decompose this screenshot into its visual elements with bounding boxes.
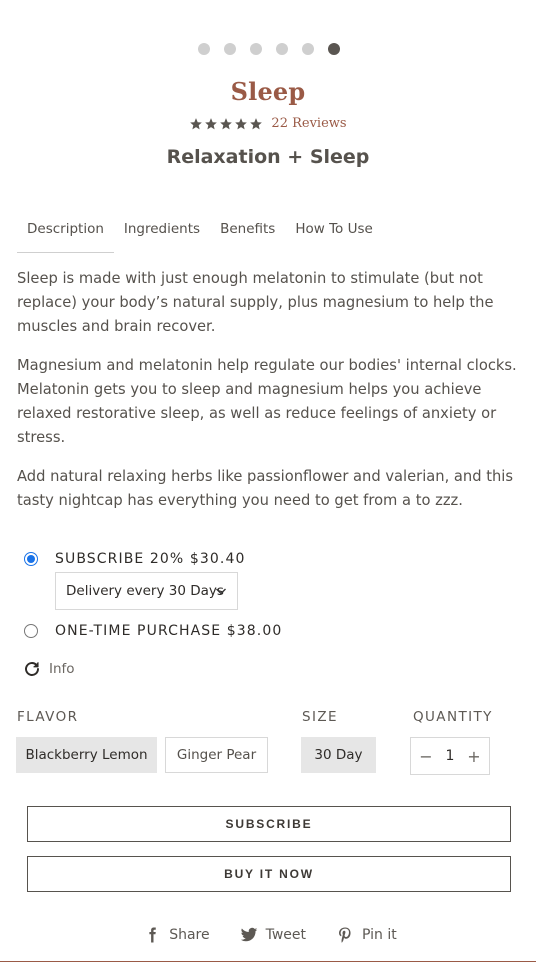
tab-ingredients[interactable]: Ingredients: [114, 218, 210, 253]
size-label: SIZE: [302, 709, 338, 725]
refresh-icon: [25, 662, 39, 676]
delivery-frequency-select[interactable]: Delivery every 30 Days: [55, 572, 238, 610]
share-twitter-link[interactable]: Tweet: [240, 926, 306, 944]
rating-stars: [189, 117, 263, 131]
quantity-input[interactable]: 1: [446, 748, 455, 764]
quantity-stepper: − 1 +: [410, 737, 490, 775]
subscribe-option[interactable]: SUBSCRIBE 20% $30.40: [24, 551, 245, 567]
buy-now-button[interactable]: BUY IT NOW: [27, 856, 511, 892]
size-option-30-day[interactable]: 30 Day: [301, 737, 376, 773]
share-facebook-label: Share: [169, 927, 210, 943]
carousel-dot[interactable]: [198, 43, 210, 55]
description-paragraph: Add natural relaxing herbs like passionf…: [17, 468, 514, 509]
reviews-link[interactable]: 22 Reviews: [271, 116, 346, 131]
carousel-dot-active[interactable]: [328, 43, 340, 55]
flavor-label: FLAVOR: [17, 709, 79, 725]
facebook-icon: [149, 927, 156, 943]
tab-how-to-use[interactable]: How To Use: [285, 218, 382, 253]
subscription-info-link[interactable]: Info: [23, 660, 75, 678]
star-icon: [250, 117, 263, 129]
subscribe-button[interactable]: SUBSCRIBE: [27, 806, 511, 842]
onetime-radio[interactable]: [24, 624, 38, 638]
carousel-dot[interactable]: [302, 43, 314, 55]
star-icon: [190, 117, 203, 129]
carousel-dot[interactable]: [276, 43, 288, 55]
subscribe-radio[interactable]: [24, 552, 38, 566]
star-icon: [220, 117, 233, 129]
description-panel: Sleep is made with just enough melatonin…: [17, 267, 523, 528]
onetime-option[interactable]: ONE-TIME PURCHASE $38.00: [24, 623, 282, 639]
twitter-icon: [240, 927, 257, 942]
carousel-dot[interactable]: [224, 43, 236, 55]
onetime-option-label: ONE-TIME PURCHASE $38.00: [55, 623, 283, 639]
share-facebook-link[interactable]: Share: [143, 926, 210, 944]
product-subtitle: Relaxation + Sleep: [166, 146, 370, 168]
subscribe-option-label: SUBSCRIBE 20% $30.40: [55, 551, 246, 567]
quantity-increase-button[interactable]: +: [467, 747, 481, 766]
footer-divider: [0, 961, 536, 962]
description-paragraph: Sleep is made with just enough melatonin…: [17, 270, 494, 335]
product-tabs: Description Ingredients Benefits How To …: [17, 218, 383, 253]
carousel-dots: [0, 43, 536, 55]
chevron-down-icon: [216, 588, 226, 595]
share-pinterest-label: Pin it: [362, 927, 397, 943]
product-rating: 22 Reviews: [0, 116, 536, 131]
flavor-option-blackberry-lemon[interactable]: Blackberry Lemon: [16, 737, 157, 773]
tab-benefits[interactable]: Benefits: [210, 218, 285, 253]
pinterest-icon: [339, 927, 351, 943]
tab-description[interactable]: Description: [17, 218, 114, 253]
info-label: Info: [49, 661, 75, 677]
product-title: Sleep: [230, 77, 306, 106]
quantity-decrease-button[interactable]: −: [419, 747, 433, 766]
delivery-frequency-value: Delivery every 30 Days: [66, 583, 224, 599]
social-share: Share Tweet Pin it: [0, 926, 536, 944]
carousel-dot[interactable]: [250, 43, 262, 55]
quantity-label: QUANTITY: [413, 709, 493, 725]
flavor-option-ginger-pear[interactable]: Ginger Pear: [165, 737, 268, 773]
share-twitter-label: Tweet: [265, 927, 307, 943]
share-pinterest-link[interactable]: Pin it: [336, 926, 397, 944]
star-icon: [235, 117, 248, 129]
star-icon: [205, 117, 218, 129]
description-paragraph: Magnesium and melatonin help regulate ou…: [17, 357, 517, 446]
